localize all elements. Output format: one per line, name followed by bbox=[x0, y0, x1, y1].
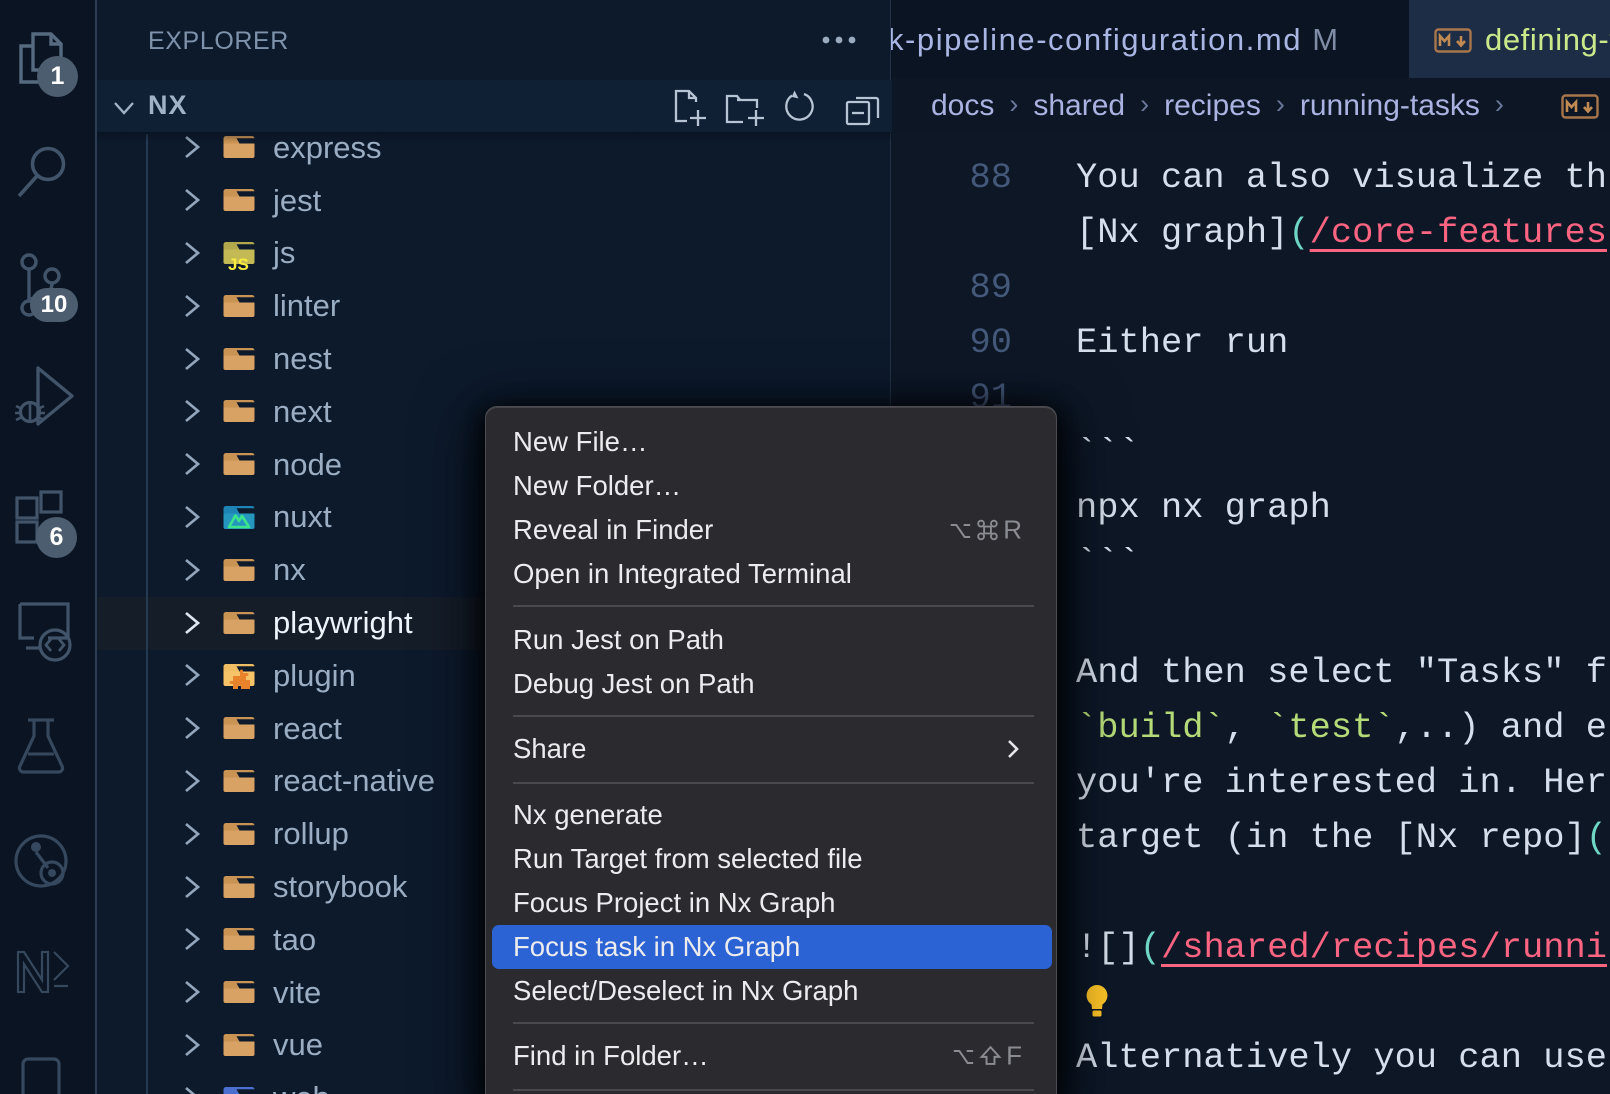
svg-text:JS: JS bbox=[228, 255, 249, 270]
